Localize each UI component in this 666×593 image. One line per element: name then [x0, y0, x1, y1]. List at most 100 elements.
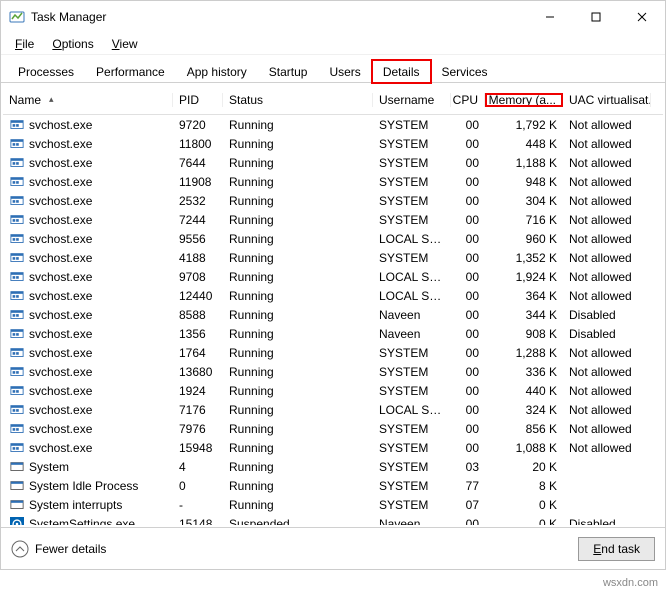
- cell-user: LOCAL SE...: [373, 289, 451, 303]
- process-name: svchost.exe: [29, 137, 92, 151]
- process-icon: [9, 365, 25, 379]
- cell-uac: Disabled: [563, 327, 651, 341]
- process-name: System interrupts: [29, 498, 122, 512]
- sort-asc-icon: ▴: [49, 94, 54, 105]
- cell-user: SYSTEM: [373, 384, 451, 398]
- maximize-icon: [591, 12, 601, 22]
- titlebar[interactable]: Task Manager: [1, 1, 665, 33]
- column-name[interactable]: Name ▴: [3, 93, 173, 107]
- table-row[interactable]: System interrupts-RunningSYSTEM070 K: [3, 495, 663, 514]
- table-row[interactable]: svchost.exe11800RunningSYSTEM00448 KNot …: [3, 134, 663, 153]
- tab-processes[interactable]: Processes: [7, 60, 85, 83]
- table-row[interactable]: svchost.exe8588RunningNaveen00344 KDisab…: [3, 305, 663, 324]
- table-row[interactable]: svchost.exe2532RunningSYSTEM00304 KNot a…: [3, 191, 663, 210]
- cell-pid: 4188: [173, 251, 223, 265]
- table-row[interactable]: svchost.exe7176RunningLOCAL SE...00324 K…: [3, 400, 663, 419]
- tab-app-history[interactable]: App history: [176, 60, 258, 83]
- process-icon: [9, 517, 25, 526]
- cell-cpu: 00: [451, 346, 485, 360]
- column-user[interactable]: Username: [373, 93, 451, 107]
- column-pid[interactable]: PID: [173, 93, 223, 107]
- column-status[interactable]: Status: [223, 93, 373, 107]
- process-name: svchost.exe: [29, 441, 92, 455]
- cell-mem: 908 K: [485, 327, 563, 341]
- minimize-icon: [545, 12, 555, 22]
- table-row[interactable]: svchost.exe9720RunningSYSTEM001,792 KNot…: [3, 115, 663, 134]
- process-icon: [9, 441, 25, 455]
- cell-user: SYSTEM: [373, 365, 451, 379]
- tab-strip: ProcessesPerformanceApp historyStartupUs…: [1, 55, 665, 83]
- cell-mem: 1,792 K: [485, 118, 563, 132]
- table-row[interactable]: svchost.exe9556RunningLOCAL SE...00960 K…: [3, 229, 663, 248]
- table-row[interactable]: svchost.exe4188RunningSYSTEM001,352 KNot…: [3, 248, 663, 267]
- tab-services[interactable]: Services: [431, 60, 499, 83]
- column-memory[interactable]: Memory (a...: [485, 93, 563, 107]
- cell-status: Running: [223, 327, 373, 341]
- menu-options[interactable]: Options: [44, 35, 101, 53]
- column-uac[interactable]: UAC virtualisat...: [563, 93, 651, 107]
- cell-mem: 1,352 K: [485, 251, 563, 265]
- menu-view[interactable]: View: [104, 35, 146, 53]
- cell-uac: Not allowed: [563, 137, 651, 151]
- table-row[interactable]: svchost.exe7976RunningSYSTEM00856 KNot a…: [3, 419, 663, 438]
- cell-uac: Not allowed: [563, 403, 651, 417]
- cell-mem: 1,288 K: [485, 346, 563, 360]
- cell-status: Running: [223, 403, 373, 417]
- table-row[interactable]: svchost.exe11908RunningSYSTEM00948 KNot …: [3, 172, 663, 191]
- cell-user: Naveen: [373, 308, 451, 322]
- window-title: Task Manager: [31, 10, 527, 24]
- cell-status: Running: [223, 251, 373, 265]
- process-name: svchost.exe: [29, 327, 92, 341]
- grid-body[interactable]: svchost.exe9720RunningSYSTEM001,792 KNot…: [3, 115, 663, 525]
- close-button[interactable]: [619, 1, 665, 33]
- cell-cpu: 00: [451, 422, 485, 436]
- cell-mem: 364 K: [485, 289, 563, 303]
- minimize-button[interactable]: [527, 1, 573, 33]
- column-cpu[interactable]: CPU: [451, 93, 485, 107]
- cell-user: SYSTEM: [373, 213, 451, 227]
- table-row[interactable]: svchost.exe7644RunningSYSTEM001,188 KNot…: [3, 153, 663, 172]
- table-row[interactable]: svchost.exe12440RunningLOCAL SE...00364 …: [3, 286, 663, 305]
- table-row[interactable]: System4RunningSYSTEM0320 K: [3, 457, 663, 476]
- process-name: svchost.exe: [29, 194, 92, 208]
- cell-user: SYSTEM: [373, 194, 451, 208]
- end-task-button[interactable]: End task: [578, 537, 655, 561]
- table-row[interactable]: svchost.exe1924RunningSYSTEM00440 KNot a…: [3, 381, 663, 400]
- cell-pid: 15148: [173, 517, 223, 526]
- table-row[interactable]: svchost.exe15948RunningSYSTEM001,088 KNo…: [3, 438, 663, 457]
- cell-pid: 7176: [173, 403, 223, 417]
- table-row[interactable]: System Idle Process0RunningSYSTEM778 K: [3, 476, 663, 495]
- tab-performance[interactable]: Performance: [85, 60, 176, 83]
- table-row[interactable]: SystemSettings.exe15148SuspendedNaveen00…: [3, 514, 663, 525]
- cell-pid: 7976: [173, 422, 223, 436]
- table-row[interactable]: svchost.exe1764RunningSYSTEM001,288 KNot…: [3, 343, 663, 362]
- process-name: System: [29, 460, 69, 474]
- table-row[interactable]: svchost.exe9708RunningLOCAL SE...001,924…: [3, 267, 663, 286]
- table-row[interactable]: svchost.exe1356RunningNaveen00908 KDisab…: [3, 324, 663, 343]
- cell-pid: 1764: [173, 346, 223, 360]
- process-name: svchost.exe: [29, 175, 92, 189]
- table-row[interactable]: svchost.exe7244RunningSYSTEM00716 KNot a…: [3, 210, 663, 229]
- cell-cpu: 00: [451, 156, 485, 170]
- process-icon: [9, 118, 25, 132]
- tab-details[interactable]: Details: [372, 60, 431, 83]
- tab-startup[interactable]: Startup: [258, 60, 319, 83]
- cell-pid: 9720: [173, 118, 223, 132]
- menu-file[interactable]: File: [7, 35, 42, 53]
- cell-cpu: 00: [451, 232, 485, 246]
- fewer-details-button[interactable]: Fewer details: [11, 540, 106, 558]
- cell-mem: 1,924 K: [485, 270, 563, 284]
- task-manager-window: Task Manager FileOptionsView ProcessesPe…: [0, 0, 666, 570]
- cell-mem: 1,188 K: [485, 156, 563, 170]
- cell-status: Running: [223, 346, 373, 360]
- maximize-button[interactable]: [573, 1, 619, 33]
- process-icon: [9, 270, 25, 284]
- cell-cpu: 07: [451, 498, 485, 512]
- cell-status: Running: [223, 289, 373, 303]
- table-row[interactable]: svchost.exe13680RunningSYSTEM00336 KNot …: [3, 362, 663, 381]
- cell-cpu: 00: [451, 194, 485, 208]
- process-icon: [9, 384, 25, 398]
- tab-users[interactable]: Users: [318, 60, 371, 83]
- cell-cpu: 00: [451, 365, 485, 379]
- cell-status: Running: [223, 175, 373, 189]
